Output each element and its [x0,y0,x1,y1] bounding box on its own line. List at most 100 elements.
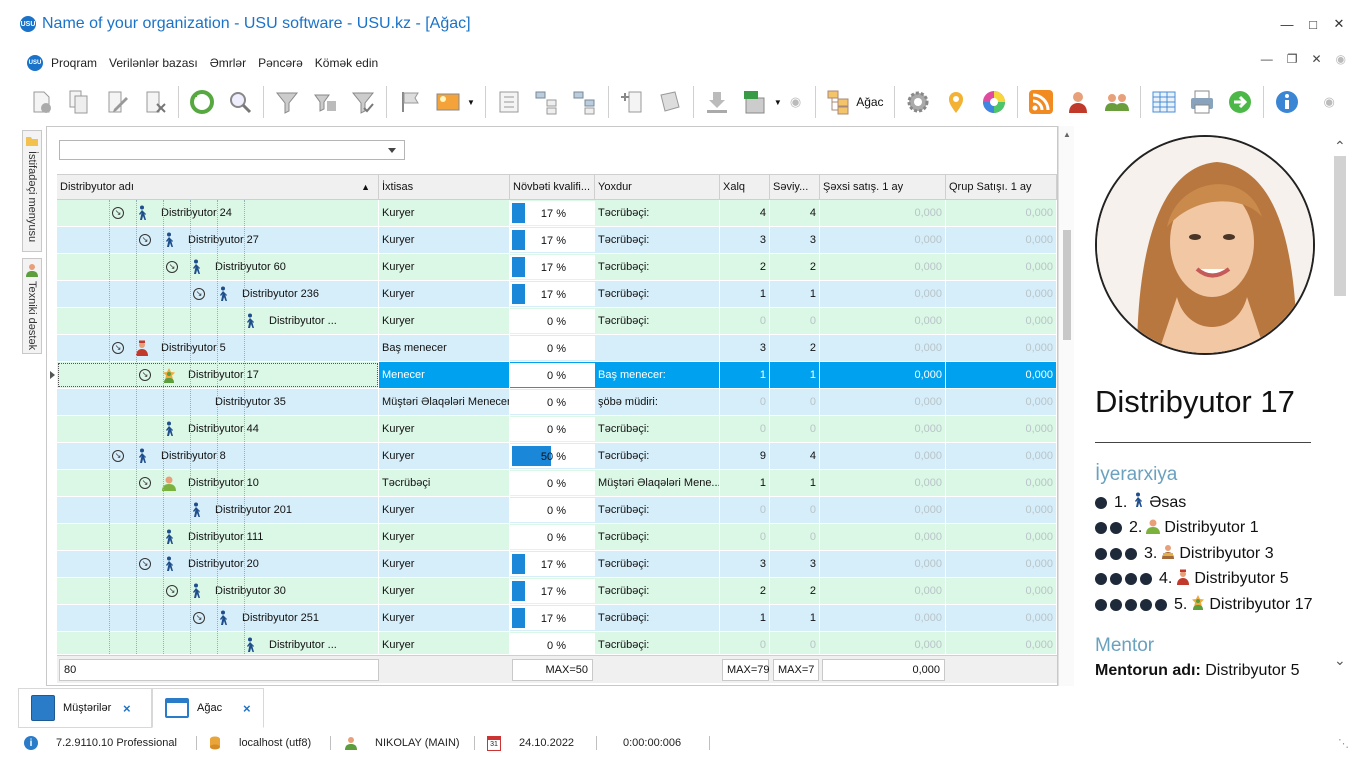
mdi-restore-icon[interactable]: ❐ [1287,52,1298,66]
table-row[interactable]: ↘ Distribyutor 251 Kuryer 17 % Təcrübəçi: 1 1 0… [57,605,1057,632]
hierarchy-item[interactable]: 4. Distribyutor 5 [1095,567,1313,593]
users-icon[interactable] [1102,87,1132,117]
table-row[interactable]: ↘ Distribyutor 8 Kuryer 50 % Təcrübəçi: 9 4 0,0… [57,443,1057,470]
user-menu-tab[interactable]: İstifadəçi menyusu [22,130,42,252]
expand-toggle-icon[interactable]: ↘ [139,369,151,381]
hierarchy-item[interactable]: 3. Distribyutor 3 [1095,541,1313,567]
expand-toggle-icon[interactable]: ↘ [193,612,205,624]
close-icon[interactable]: ✕ [1326,0,1352,48]
col-next-qual[interactable]: Növbəti kvalifi... [510,175,595,199]
location-icon[interactable] [941,87,971,117]
tree-icon[interactable] [824,87,854,117]
group-icon[interactable] [494,87,524,117]
menu-commands[interactable]: Əmrlər [210,56,246,70]
tab-tree-close-icon[interactable]: × [243,701,251,716]
table-row[interactable]: Distribyutor 35 Müştəri Əlaqələri Menecer… [57,389,1057,416]
tree-label[interactable]: Ağac [856,95,883,109]
user-manager-icon[interactable] [1064,87,1094,117]
resize-grip-icon[interactable]: ⋱ [1338,730,1349,756]
profile-vscroll[interactable]: ⌃ ⌄ [1330,126,1350,686]
cell-name[interactable]: ↘ Distribyutor 20 [57,551,379,577]
col-spec[interactable]: İxtisas [379,175,510,199]
col-group-sales[interactable]: Qrup Satışı. 1 ay [946,175,1057,199]
cell-name[interactable]: ↘ Distribyutor 17 [57,362,379,388]
toolbar-hidden-icon[interactable]: ◉ [790,94,801,110]
col-xalq[interactable]: Xalq [720,175,770,199]
grid-vscroll[interactable]: ▲ [1058,126,1074,686]
filter-apply-icon[interactable] [348,87,378,117]
col-level[interactable]: Səviy... [770,175,820,199]
table-row[interactable]: Distribyutor ... Kuryer 0 % Təcrübəçi: 0 0 0,0… [57,308,1057,335]
rss-icon[interactable] [1026,87,1056,117]
table-row[interactable]: ↘ Distribyutor 17 Menecer 0 % Baş menecer: 1 1… [57,362,1057,389]
table-icon[interactable] [1149,87,1179,117]
cell-name[interactable]: Distribyutor 35 [57,389,379,415]
profile-vscroll-thumb[interactable] [1334,156,1346,296]
tab-customers-close-icon[interactable]: × [123,701,131,716]
tree-expand-icon[interactable] [570,87,600,117]
cell-name[interactable]: Distribyutor 201 [57,497,379,523]
tab-tree[interactable]: Ağac × [152,688,264,728]
toolbar-end-icon[interactable]: ◉ [1324,94,1335,110]
tree-collapse-icon[interactable] [532,87,562,117]
delete-icon[interactable] [140,87,170,117]
filter-settings-icon[interactable] [310,87,340,117]
tab-customers[interactable]: Müştərilər × [18,688,152,728]
hierarchy-item[interactable]: 5. Distribyutor 17 [1095,592,1313,618]
menu-program[interactable]: Proqram [51,56,97,70]
cell-name[interactable]: ↘ Distribyutor 236 [57,281,379,307]
table-row[interactable]: ↘ Distribyutor 10 Təcrübəçi 0 % Müştəri Əlaq… [57,470,1057,497]
add-icon[interactable] [26,87,56,117]
filter-icon[interactable] [272,87,302,117]
mdi-collapse-icon[interactable]: ◉ [1336,52,1346,66]
table-row[interactable]: ↘ Distribyutor 24 Kuryer 17 % Təcrübəçi: 4 4 0,… [57,200,1057,227]
cell-name[interactable]: ↘ Distribyutor 30 [57,578,379,604]
cell-name[interactable]: ↘ Distribyutor 27 [57,227,379,253]
gear-icon[interactable] [903,87,933,117]
mdi-minimize-icon[interactable]: — [1261,52,1273,66]
color-wheel-icon[interactable] [979,87,1009,117]
table-row[interactable]: ↘ Distribyutor 27 Kuryer 17 % Təcrübəçi: 3 3 0,… [57,227,1057,254]
table-row[interactable]: ↘ Distribyutor 30 Kuryer 17 % Təcrübəçi: 2 2 0,… [57,578,1057,605]
expand-toggle-icon[interactable]: ↘ [166,261,178,273]
cell-name[interactable]: Distribyutor ... [57,308,379,334]
cell-name[interactable]: ↘ Distribyutor 8 [57,443,379,469]
cell-name[interactable]: ↘ Distribyutor 5 [57,335,379,361]
col-personal-sales[interactable]: Şəxsi satış. 1 ay [820,175,946,199]
flag-icon[interactable] [395,87,425,117]
expand-toggle-icon[interactable]: ↘ [193,288,205,300]
edit-icon[interactable] [102,87,132,117]
expand-toggle-icon[interactable]: ↘ [139,558,151,570]
minimize-icon[interactable]: — [1274,0,1300,48]
expand-toggle-icon[interactable]: ↘ [139,234,151,246]
grid-vscroll-thumb[interactable] [1063,230,1071,340]
expand-toggle-icon[interactable]: ↘ [166,585,178,597]
hierarchy-item[interactable]: 2. Distribyutor 1 [1095,516,1313,542]
menu-database[interactable]: Verilənlər bazası [109,56,198,70]
import-icon[interactable] [702,87,732,117]
table-row[interactable]: Distribyutor 44 Kuryer 0 % Təcrübəçi: 0 0 0,00… [57,416,1057,443]
menu-window[interactable]: Pəncərə [258,56,303,70]
expand-toggle-icon[interactable]: ↘ [139,477,151,489]
copy-icon[interactable] [64,87,94,117]
table-row[interactable]: ↘ Distribyutor 5 Baş menecer 0 % 3 2 0,000 0,00… [57,335,1057,362]
filter-dropdown[interactable] [59,140,405,160]
expand-toggle-icon[interactable]: ↘ [112,207,124,219]
export-xls-icon[interactable] [740,87,770,117]
table-row[interactable]: ↘ Distribyutor 60 Kuryer 17 % Təcrübəçi: 2 2 0,… [57,254,1057,281]
cell-name[interactable]: Distribyutor 44 [57,416,379,442]
cell-name[interactable]: Distribyutor ... [57,632,379,654]
refresh-icon[interactable] [187,87,217,117]
col-none[interactable]: Yoxdur [595,175,720,199]
next-icon[interactable] [1225,87,1255,117]
expand-toggle-icon[interactable]: ↘ [112,342,124,354]
info-icon[interactable] [1272,87,1302,117]
hierarchy-item[interactable]: 1. Əsas [1095,490,1313,516]
search-icon[interactable] [225,87,255,117]
menu-help[interactable]: Kömək edin [315,56,378,70]
cell-name[interactable]: ↘ Distribyutor 10 [57,470,379,496]
add-column-icon[interactable] [617,87,647,117]
col-name[interactable]: Distribyutor adı ▲ [57,175,379,199]
cell-name[interactable]: ↘ Distribyutor 60 [57,254,379,280]
image-icon[interactable] [433,87,463,117]
